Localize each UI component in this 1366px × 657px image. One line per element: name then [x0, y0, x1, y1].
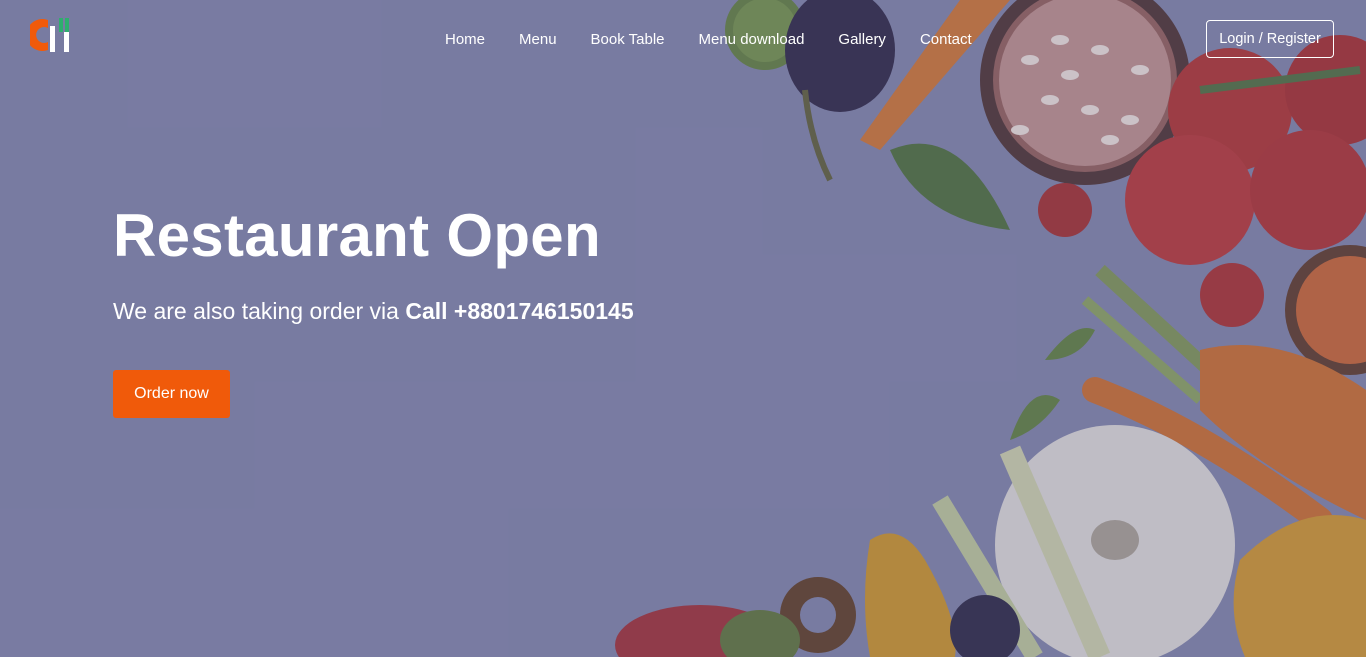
hero-phone-number: Call +8801746150145 — [405, 298, 634, 324]
login-register-button[interactable]: Login / Register — [1206, 20, 1334, 58]
order-now-button[interactable]: Order now — [113, 370, 230, 418]
nav-book-table-link[interactable]: Book Table — [574, 29, 682, 50]
nav-menu-download-link[interactable]: Menu download — [682, 29, 822, 50]
hero-title: Restaurant Open — [113, 202, 601, 269]
hero-content: Restaurant Open We are also taking order… — [113, 198, 634, 326]
hero-subtitle: We are also taking order via Call +88017… — [113, 296, 634, 326]
nav-home-link[interactable]: Home — [428, 29, 502, 50]
restaurant-logo-icon[interactable] — [30, 16, 72, 54]
hero-subtitle-text: We are also taking order via — [113, 298, 406, 324]
nav-contact-link[interactable]: Contact — [903, 29, 989, 50]
nav-menu-link[interactable]: Menu — [502, 29, 574, 50]
main-nav: Home Menu Book Table Menu download Galle… — [428, 29, 989, 50]
nav-gallery-link[interactable]: Gallery — [821, 29, 903, 50]
navbar: Home Menu Book Table Menu download Galle… — [0, 0, 1366, 80]
hero-section: Home Menu Book Table Menu download Galle… — [0, 0, 1366, 657]
hero-overlay — [0, 0, 1366, 657]
